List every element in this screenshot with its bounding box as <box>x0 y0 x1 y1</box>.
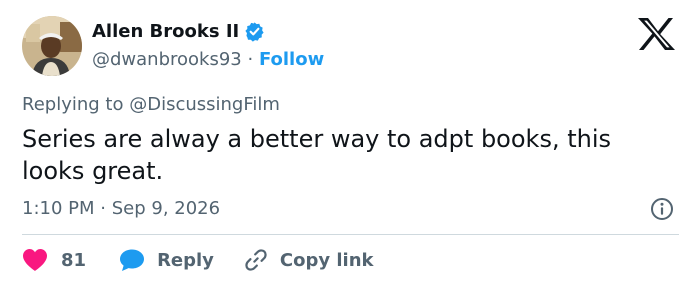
avatar-photo <box>22 16 82 76</box>
replying-to-mention[interactable]: @DiscussingFilm <box>129 94 280 115</box>
author-handle[interactable]: @dwanbrooks93 <box>92 49 242 70</box>
author-handle-row: @dwanbrooks93 · Follow <box>92 49 324 70</box>
tweet-text: Series are alway a better way to adpt bo… <box>22 125 611 185</box>
copy-link-button[interactable]: Copy link <box>244 248 374 272</box>
tweet-time[interactable]: 1:10 PM <box>22 198 95 219</box>
heart-icon <box>23 249 47 271</box>
replying-to: Replying to @DiscussingFilm <box>22 94 280 115</box>
reply-button[interactable]: Reply <box>119 248 214 272</box>
tweet-timestamp[interactable]: 1:10 PM · Sep 9, 2026 <box>22 198 220 219</box>
like-button[interactable]: 81 <box>22 248 86 272</box>
reply-label: Reply <box>157 249 214 271</box>
timestamp-separator: · <box>100 198 106 219</box>
verified-badge-icon <box>245 22 264 42</box>
divider <box>22 234 679 235</box>
follow-button[interactable]: Follow <box>259 49 324 70</box>
speech-bubble-icon <box>120 249 145 271</box>
copy-link-label: Copy link <box>279 249 374 271</box>
link-icon <box>245 249 267 271</box>
like-count: 81 <box>61 249 87 271</box>
handle-separator: · <box>247 49 254 70</box>
x-logo-icon[interactable] <box>636 17 676 51</box>
tweet-date[interactable]: Sep 9, 2026 <box>112 198 220 219</box>
info-icon[interactable] <box>650 197 674 221</box>
author-name[interactable]: Allen Brooks II <box>92 21 239 42</box>
action-bar: 81 Reply Copy link <box>22 246 374 274</box>
avatar[interactable] <box>22 16 82 76</box>
replying-to-prefix: Replying to <box>22 94 124 115</box>
author-name-row: Allen Brooks II <box>92 21 265 42</box>
